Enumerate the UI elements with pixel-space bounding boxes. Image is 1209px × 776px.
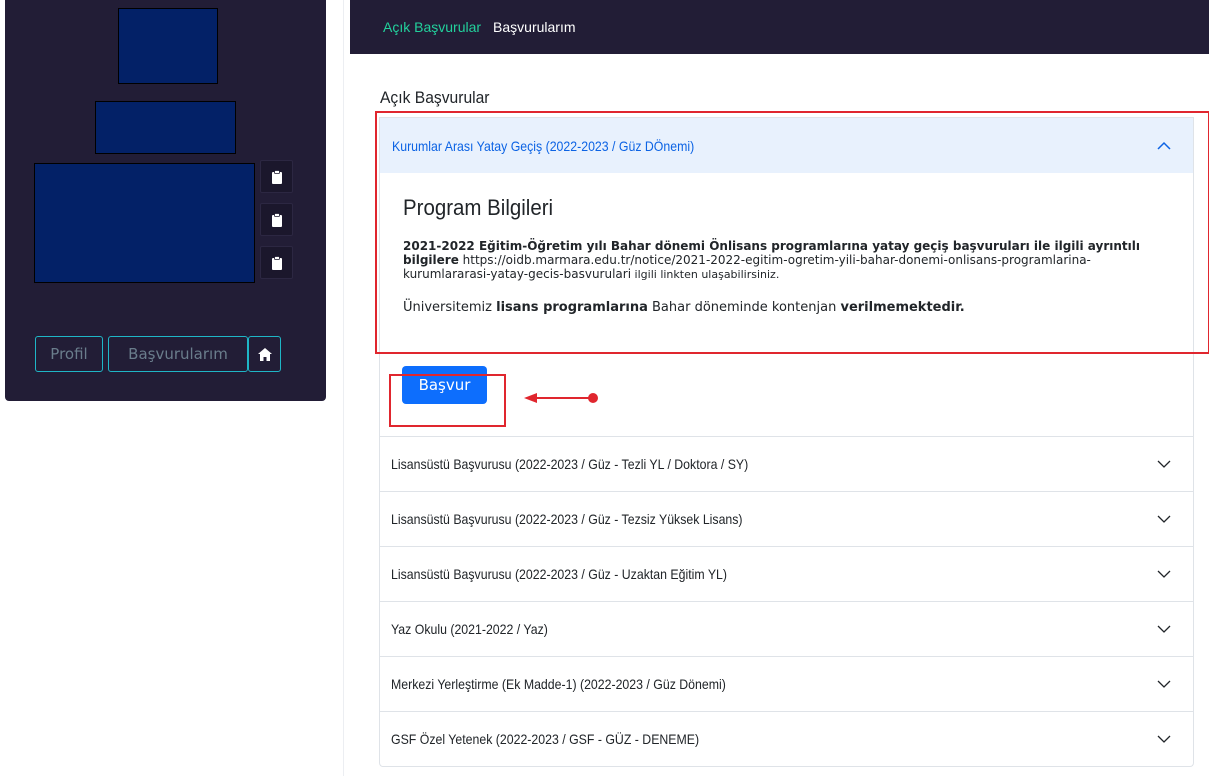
chevron-down-icon <box>1157 625 1171 633</box>
accordion-body: Program Bilgileri 2021-2022 Eğitim-Öğret… <box>379 173 1194 351</box>
program-title: Program Bilgileri <box>403 195 554 220</box>
accordion-item-title: GSF Özel Yetenek (2022-2023 / GSF - GÜZ … <box>391 731 700 747</box>
apply-button[interactable]: Başvur <box>402 366 487 404</box>
description-tail: ilgili linkten ulaşabilirsiniz. <box>631 268 780 281</box>
copy-button[interactable] <box>260 160 293 193</box>
chevron-down-icon <box>1157 735 1171 743</box>
applications-accordion: Kurumlar Arası Yatay Geçiş (2022-2023 / … <box>379 117 1194 767</box>
accordion-title: Kurumlar Arası Yatay Geçiş (2022-2023 / … <box>392 137 695 154</box>
clipboard-icon <box>271 169 282 184</box>
copy-button[interactable] <box>260 246 293 279</box>
home-button[interactable] <box>248 336 281 372</box>
copy-button[interactable] <box>260 203 293 236</box>
chevron-down-icon <box>1157 680 1171 688</box>
sidebar: Profil Başvurularım <box>5 0 326 401</box>
accordion-item[interactable]: Lisansüstü Başvurusu (2022-2023 / Güz - … <box>379 547 1194 602</box>
accordion-item[interactable]: Lisansüstü Başvurusu (2022-2023 / Güz - … <box>379 492 1194 547</box>
redacted-block <box>34 163 255 283</box>
annotation-arrow-icon <box>524 393 598 403</box>
chevron-up-icon <box>1157 141 1171 150</box>
note-bold: lisans programlarına <box>496 300 648 315</box>
profile-button[interactable]: Profil <box>35 336 103 372</box>
accordion-item-title: Merkezi Yerleştirme (Ek Madde-1) (2022-2… <box>391 676 726 692</box>
top-nav: Açık Başvurular Başvurularım <box>350 0 1209 54</box>
divider <box>343 0 344 776</box>
redacted-block <box>118 8 218 84</box>
clipboard-icon <box>271 255 282 270</box>
redacted-block <box>95 101 236 154</box>
accordion-item-title: Lisansüstü Başvurusu (2022-2023 / Güz - … <box>391 566 728 582</box>
my-applications-button[interactable]: Başvurularım <box>108 336 248 372</box>
page: Profil Başvurularım Açık Başvurular Başv… <box>0 0 1209 776</box>
chevron-down-icon <box>1157 515 1171 523</box>
home-icon <box>257 347 272 361</box>
section-title: Açık Başvurular <box>380 88 490 107</box>
nav-my-applications[interactable]: Başvurularım <box>493 19 575 35</box>
accordion-item-title: Lisansüstü Başvurusu (2022-2023 / Güz - … <box>391 456 749 472</box>
accordion-item[interactable]: Lisansüstü Başvurusu (2022-2023 / Güz - … <box>379 437 1194 492</box>
note-part: Üniversitemiz <box>403 300 497 315</box>
accordion-header-open[interactable]: Kurumlar Arası Yatay Geçiş (2022-2023 / … <box>379 117 1194 173</box>
nav-open-applications[interactable]: Açık Başvurular <box>383 19 481 35</box>
note-bold: verilmemektedir. <box>840 300 965 315</box>
chevron-down-icon <box>1157 460 1171 468</box>
program-note: Üniversitemiz lisans programlarına Bahar… <box>403 300 1173 315</box>
note-part: Bahar döneminde kontenjan <box>647 300 841 315</box>
clipboard-icon <box>271 212 282 227</box>
chevron-down-icon <box>1157 570 1171 578</box>
apply-row: Başvur <box>379 351 1194 437</box>
program-description: 2021-2022 Eğitim-Öğretim yılı Bahar döne… <box>403 239 1173 282</box>
accordion-item-title: Lisansüstü Başvurusu (2022-2023 / Güz - … <box>391 511 743 527</box>
accordion-item[interactable]: Yaz Okulu (2021-2022 / Yaz) <box>379 602 1194 657</box>
accordion-item[interactable]: GSF Özel Yetenek (2022-2023 / GSF - GÜZ … <box>379 712 1194 767</box>
accordion-item-title: Yaz Okulu (2021-2022 / Yaz) <box>391 621 548 637</box>
accordion-item[interactable]: Merkezi Yerleştirme (Ek Madde-1) (2022-2… <box>379 657 1194 712</box>
